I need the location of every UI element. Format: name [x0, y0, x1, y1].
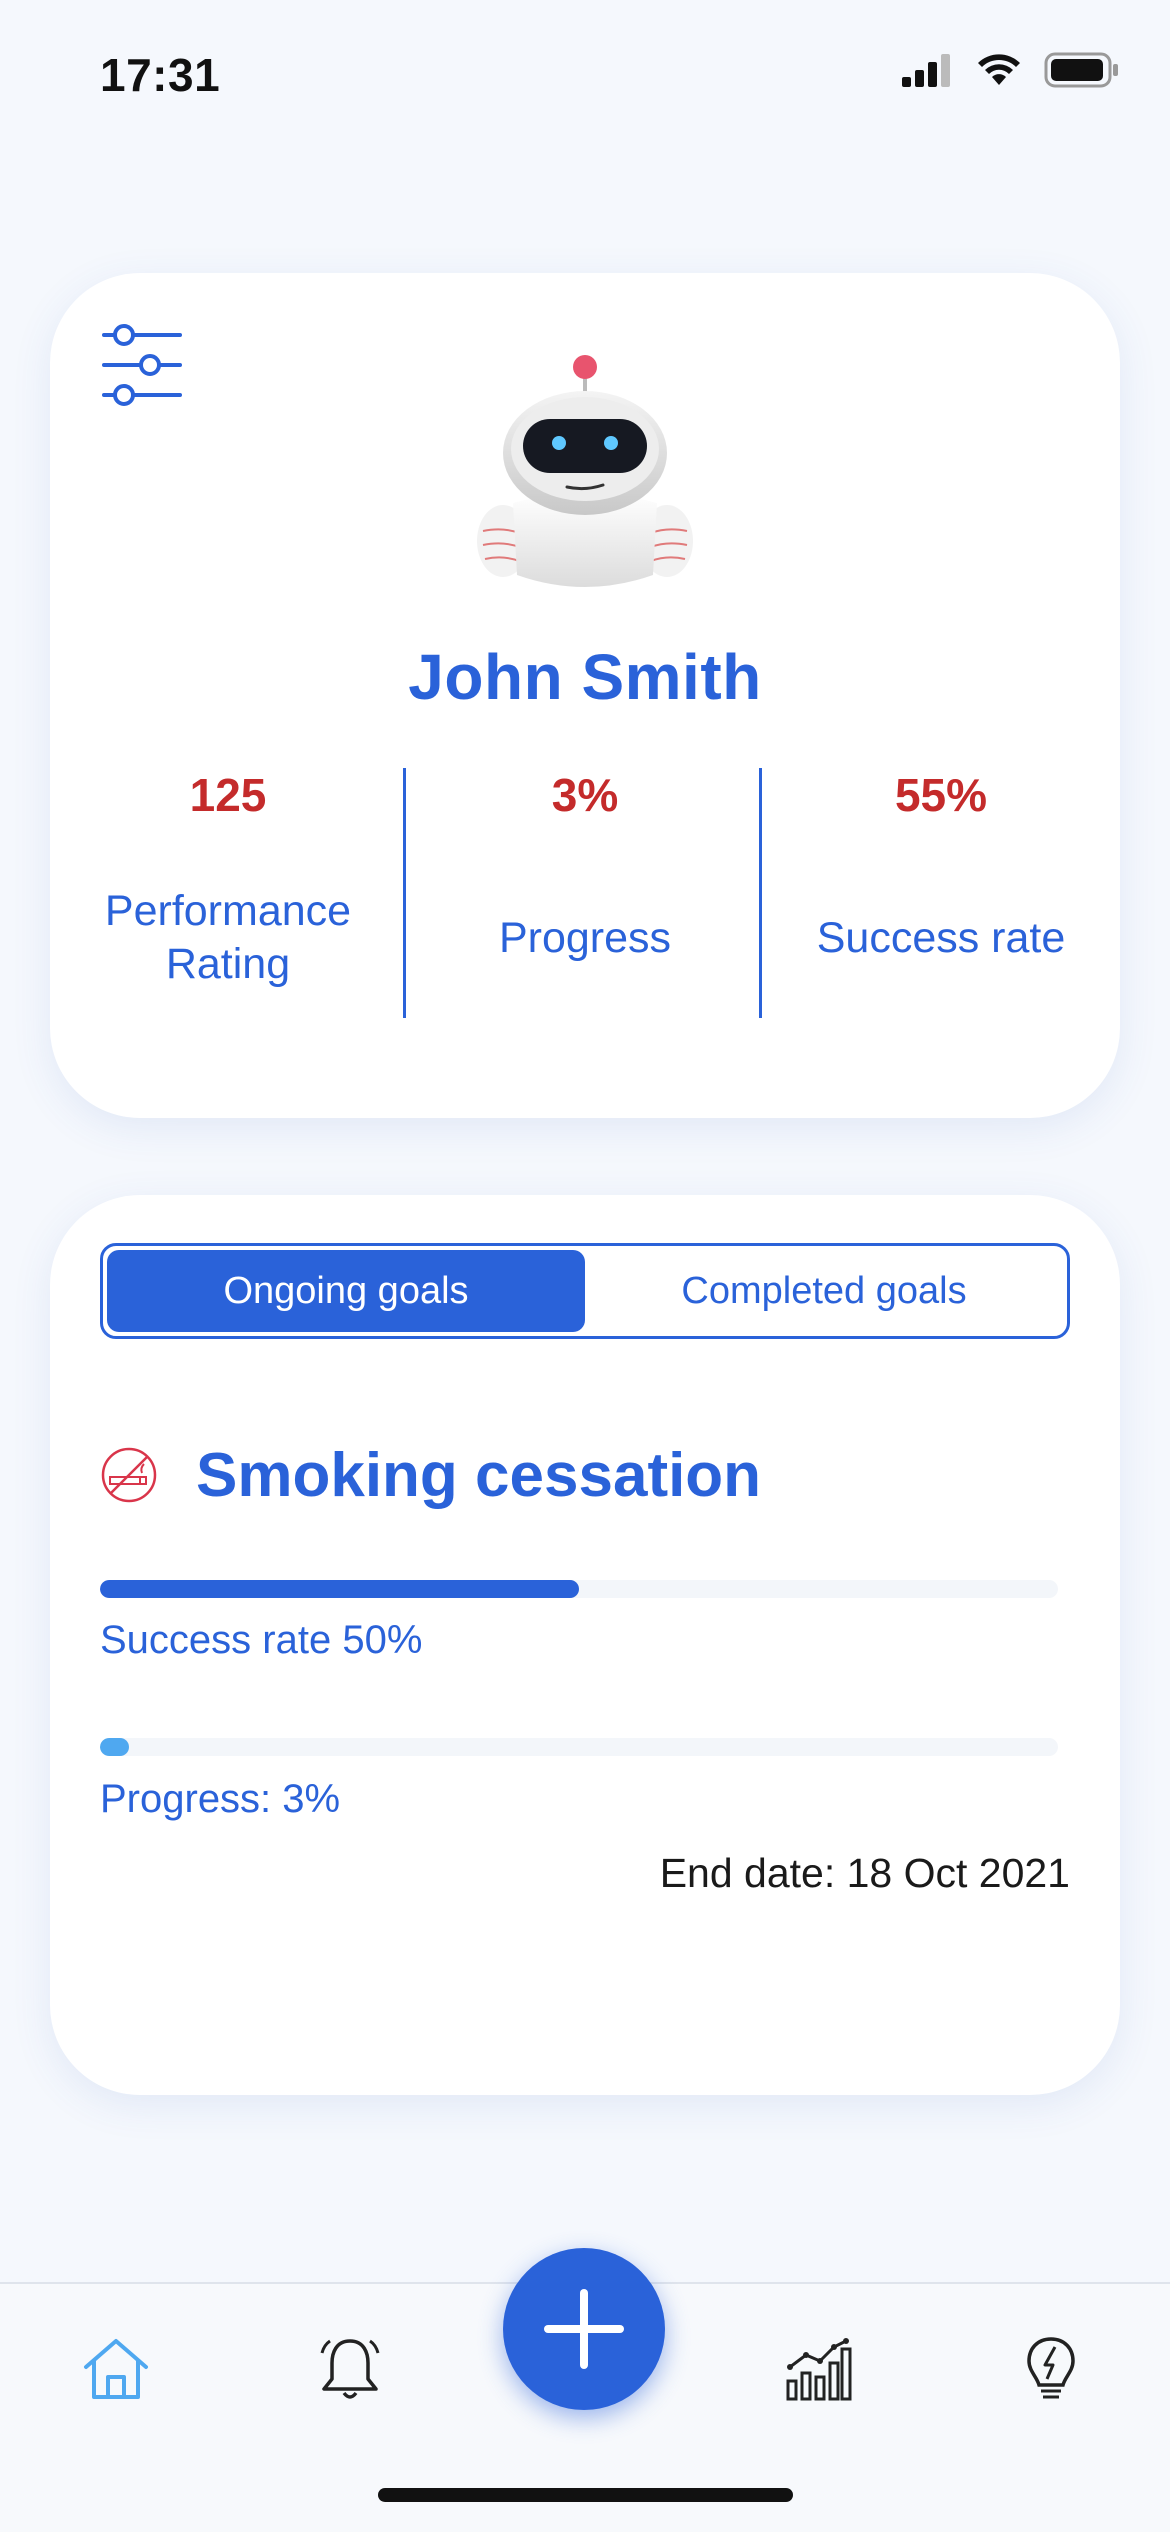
stat-performance-rating: 125 Performance Rating	[50, 768, 406, 1018]
progress-bar	[100, 1738, 1058, 1756]
success-rate-label: Success rate 50%	[100, 1618, 423, 1662]
wifi-icon	[978, 54, 1020, 85]
status-icons	[902, 52, 1120, 88]
add-goal-button[interactable]	[503, 2248, 665, 2410]
goals-card: Ongoing goals Completed goals Smoking ce…	[50, 1195, 1120, 2095]
progress-label: Progress: 3%	[100, 1777, 341, 1821]
stat-label: Success rate	[816, 913, 1066, 962]
stat-success-rate: 55% Success rate	[763, 768, 1119, 1018]
stat-divider	[759, 768, 762, 1018]
goals-tabs: Ongoing goals Completed goals	[100, 1243, 1070, 1339]
stat-label: Progress	[498, 913, 672, 962]
goal-title: Smoking cessation	[196, 1440, 762, 1510]
no-smoking-icon	[101, 1447, 157, 1503]
home-indicator	[378, 2488, 793, 2502]
chart-icon	[786, 2338, 852, 2401]
stat-label: Performance Rating	[104, 887, 352, 988]
status-time: 17:31	[100, 49, 221, 101]
stat-progress: 3% Progress	[407, 768, 763, 1018]
robot-avatar	[477, 355, 693, 587]
cellular-signal-icon	[902, 54, 950, 87]
progress-bar-fill	[100, 1738, 129, 1756]
nav-tips[interactable]	[1006, 2324, 1096, 2414]
lightbulb-icon	[1027, 2337, 1075, 2399]
bell-icon	[320, 2339, 380, 2399]
tab-ongoing-goals[interactable]: Ongoing goals	[107, 1250, 585, 1332]
profile-card: John Smith 125 Performance Rating 3% Pro…	[50, 273, 1120, 1118]
goal-header[interactable]: Smoking cessation	[100, 1435, 761, 1515]
success-rate-bar-fill	[100, 1580, 579, 1598]
stat-divider	[403, 768, 406, 1018]
tab-completed-goals[interactable]: Completed goals	[585, 1250, 1063, 1332]
plus-icon	[544, 2289, 624, 2369]
end-date: End date: 18 Oct 2021	[659, 1850, 1070, 1896]
battery-icon	[1044, 52, 1118, 88]
nav-statistics[interactable]	[773, 2324, 863, 2414]
nav-home[interactable]	[71, 2324, 161, 2414]
success-rate-bar	[100, 1580, 1058, 1598]
status-bar: 17:31	[0, 0, 1170, 140]
stats-row: 125 Performance Rating 3% Progress 55% S…	[50, 768, 1120, 1018]
profile-name: John Smith	[408, 641, 762, 713]
home-icon	[84, 2339, 148, 2399]
filter-settings-icon[interactable]	[100, 323, 184, 407]
nav-notifications[interactable]	[305, 2324, 395, 2414]
